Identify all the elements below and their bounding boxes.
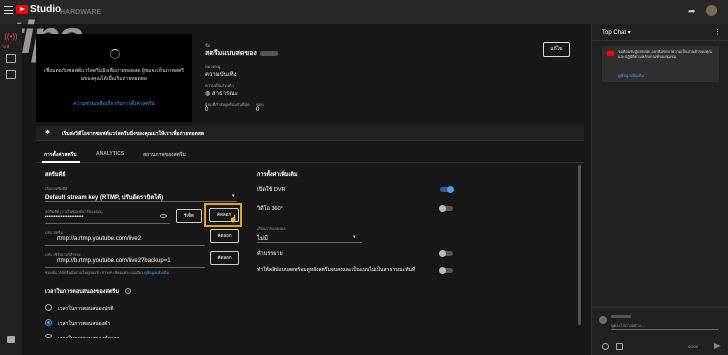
- status-banner: ✱ เริ่มส่งวิดีโอจากซอฟต์แวร์สตรีมมิ่งของ…: [36, 126, 584, 141]
- calendar-icon[interactable]: [6, 70, 16, 79]
- top-bar: Studio HARDWARE ➦: [0, 0, 728, 24]
- delay-dropdown-icon[interactable]: ▾: [353, 234, 356, 240]
- chat-mode-select[interactable]: Top Chat ▾: [602, 29, 631, 36]
- chat-input-underline: [611, 329, 719, 330]
- emoji-icon[interactable]: [602, 343, 609, 350]
- copy-url-button[interactable]: คัดลอก: [210, 229, 239, 243]
- super-chat-icon[interactable]: [616, 343, 623, 350]
- learn-more-link[interactable]: ดูข้อมูลเพิ่มเติม: [144, 271, 169, 275]
- tab-stream-settings[interactable]: การตั้งค่าสตรีม: [44, 151, 77, 159]
- preview-message: เชื่อมต่อกับซอฟต์แวร์สตรีมมิ่งเพื่อถ่ายท…: [44, 68, 184, 82]
- chat-notice-text: ขอต้อนรับสู่แชทสด! อย่าลืมรักษาความเป็นส…: [618, 50, 712, 59]
- chat-learn-more-link[interactable]: ดูข้อมูลเพิ่มเติม: [618, 72, 644, 79]
- send-icon[interactable]: [714, 343, 721, 349]
- banner-text: เริ่มส่งวิดีโอจากซอฟต์แวร์สตรีมมิ่งของคุ…: [62, 131, 205, 137]
- viewers-label: ผู้ชมที่กำลังดูพร้อมกันที่สุด: [205, 102, 250, 107]
- help-icon[interactable]: ?: [125, 288, 131, 294]
- stream-title: สตรีมแบบสดของ: [205, 48, 278, 59]
- viewers-value: 0: [205, 107, 209, 113]
- latency-ultra-low-radio[interactable]: [45, 334, 52, 338]
- chat-avatar: [599, 316, 607, 324]
- chat-welcome-notice: ขอต้อนรับสู่แชทสด! อย่าลืมรักษาความเป็นส…: [602, 46, 719, 82]
- dropdown-arrow-icon[interactable]: ▾: [232, 193, 235, 199]
- caption-toggle[interactable]: [439, 249, 453, 257]
- chat-header: Top Chat ▾ ⋮: [592, 24, 728, 41]
- stream-key-underline: [45, 223, 170, 224]
- backup-url-underline: [45, 267, 205, 268]
- chat-input[interactable]: พูดอะไรบางอย่าง...: [611, 322, 644, 329]
- bullet-icon: ✱: [45, 130, 51, 136]
- backup-url-field[interactable]: rtmp://b.rtmp.youtube.com/live2?backup=1: [57, 258, 171, 264]
- stream-key-field[interactable]: ••••••••••••••••••••••: [45, 214, 84, 220]
- nav-live-label: ไลฟ์: [2, 44, 10, 49]
- reset-button[interactable]: รีเซ็ต: [176, 209, 202, 223]
- latency-normal-label: เวลาในการตอบสนองปกติ: [58, 306, 114, 312]
- youtube-icon: [607, 51, 614, 56]
- likes-value: 0: [256, 107, 260, 113]
- clip-toggle[interactable]: [439, 266, 453, 274]
- globe-icon: ◍: [205, 91, 212, 97]
- studio-app: Studio HARDWARE ➦ tips ((•)) ไลฟ์ เชื่อม…: [0, 0, 728, 355]
- video360-label: วิดีโอ 360°: [257, 206, 283, 212]
- delay-label: เลื่อนการแสดงผล: [257, 227, 286, 231]
- feedback-icon[interactable]: [7, 336, 15, 343]
- delay-underline: [257, 242, 362, 243]
- latency-section-title: เวลาในการตอบสนองของสตรีม: [45, 289, 119, 295]
- more-options-icon[interactable]: ⋮: [714, 28, 721, 36]
- left-nav: ((•)) ไลฟ์: [0, 24, 22, 355]
- stream-url-field[interactable]: rtmp://a.rtmp.youtube.com/live2: [57, 236, 141, 242]
- copy-backup-url-button[interactable]: คัดลอก: [210, 251, 239, 265]
- extra-settings-title: การตั้งค่าเพิ่มเติม: [257, 172, 298, 178]
- video360-toggle[interactable]: [439, 204, 453, 212]
- latency-ultra-low-label: เวลาในการตอบสนองต่ำมาก: [58, 335, 119, 338]
- category-value: ความบันเทิง: [205, 72, 237, 78]
- mouse-cursor-icon: ☝: [229, 216, 238, 223]
- dvr-label: เปิดใช้ DVR: [257, 187, 286, 193]
- stream-url-underline: [45, 245, 205, 246]
- scrollbar-thumb[interactable]: [578, 165, 581, 325]
- latency-normal-radio[interactable]: [45, 304, 52, 311]
- stream-key-section-title: สตรีมคีย์: [45, 172, 66, 178]
- tab-analytics[interactable]: ANALYTICS: [96, 151, 124, 157]
- chat-username-blurred: [611, 315, 631, 318]
- blurred-username: [259, 50, 278, 56]
- latency-low-radio[interactable]: [45, 319, 52, 326]
- chat-char-counter: 0/200: [688, 344, 699, 349]
- stream-setup-help-link[interactable]: ความช่วยเหลือเกี่ยวกับการตั้งค่าสตรีม: [44, 100, 184, 108]
- chat-input-area: พูดอะไรบางอย่าง... 0/200: [592, 307, 728, 355]
- caption-label: คำบรรยาย: [257, 251, 283, 257]
- latency-low-label: เวลาในการตอบสนองต่ำ: [58, 321, 111, 327]
- privacy-value: ◍ สาธารณะ: [205, 91, 238, 97]
- tab-stream-health[interactable]: สถานภาพของสตรีม: [143, 151, 186, 159]
- dvr-toggle[interactable]: [440, 185, 454, 193]
- select-underline: [45, 201, 237, 202]
- rtmp-hint: ซอฟต์แวร์สตรีมมิ่งส่วนใหญ่รองรับ RTMP เพ…: [45, 271, 169, 275]
- clip-label: ทำให้คลิปแบบสดพร้อมดูหลังสตรีมจบลงและเป็…: [257, 267, 416, 273]
- show-key-eye-icon[interactable]: [160, 214, 167, 218]
- account-avatar[interactable]: [706, 5, 717, 16]
- share-icon[interactable]: ➦: [688, 6, 696, 17]
- stream-preview: เชื่อมต่อกับซอฟต์แวร์สตรีมมิ่งเพื่อถ่ายท…: [36, 34, 192, 122]
- edit-button[interactable]: แก้ไข: [543, 42, 570, 57]
- settings-tabs: การตั้งค่าสตรีม ANALYTICS สถานภาพของสตรี…: [36, 146, 584, 163]
- active-tab-indicator: [42, 161, 80, 163]
- camera-icon[interactable]: [6, 54, 16, 63]
- loading-spinner-icon: [110, 49, 120, 59]
- live-chat-panel: Top Chat ▾ ⋮ ขอต้อนรับสู่แชทสด! อย่าลืมร…: [591, 24, 728, 355]
